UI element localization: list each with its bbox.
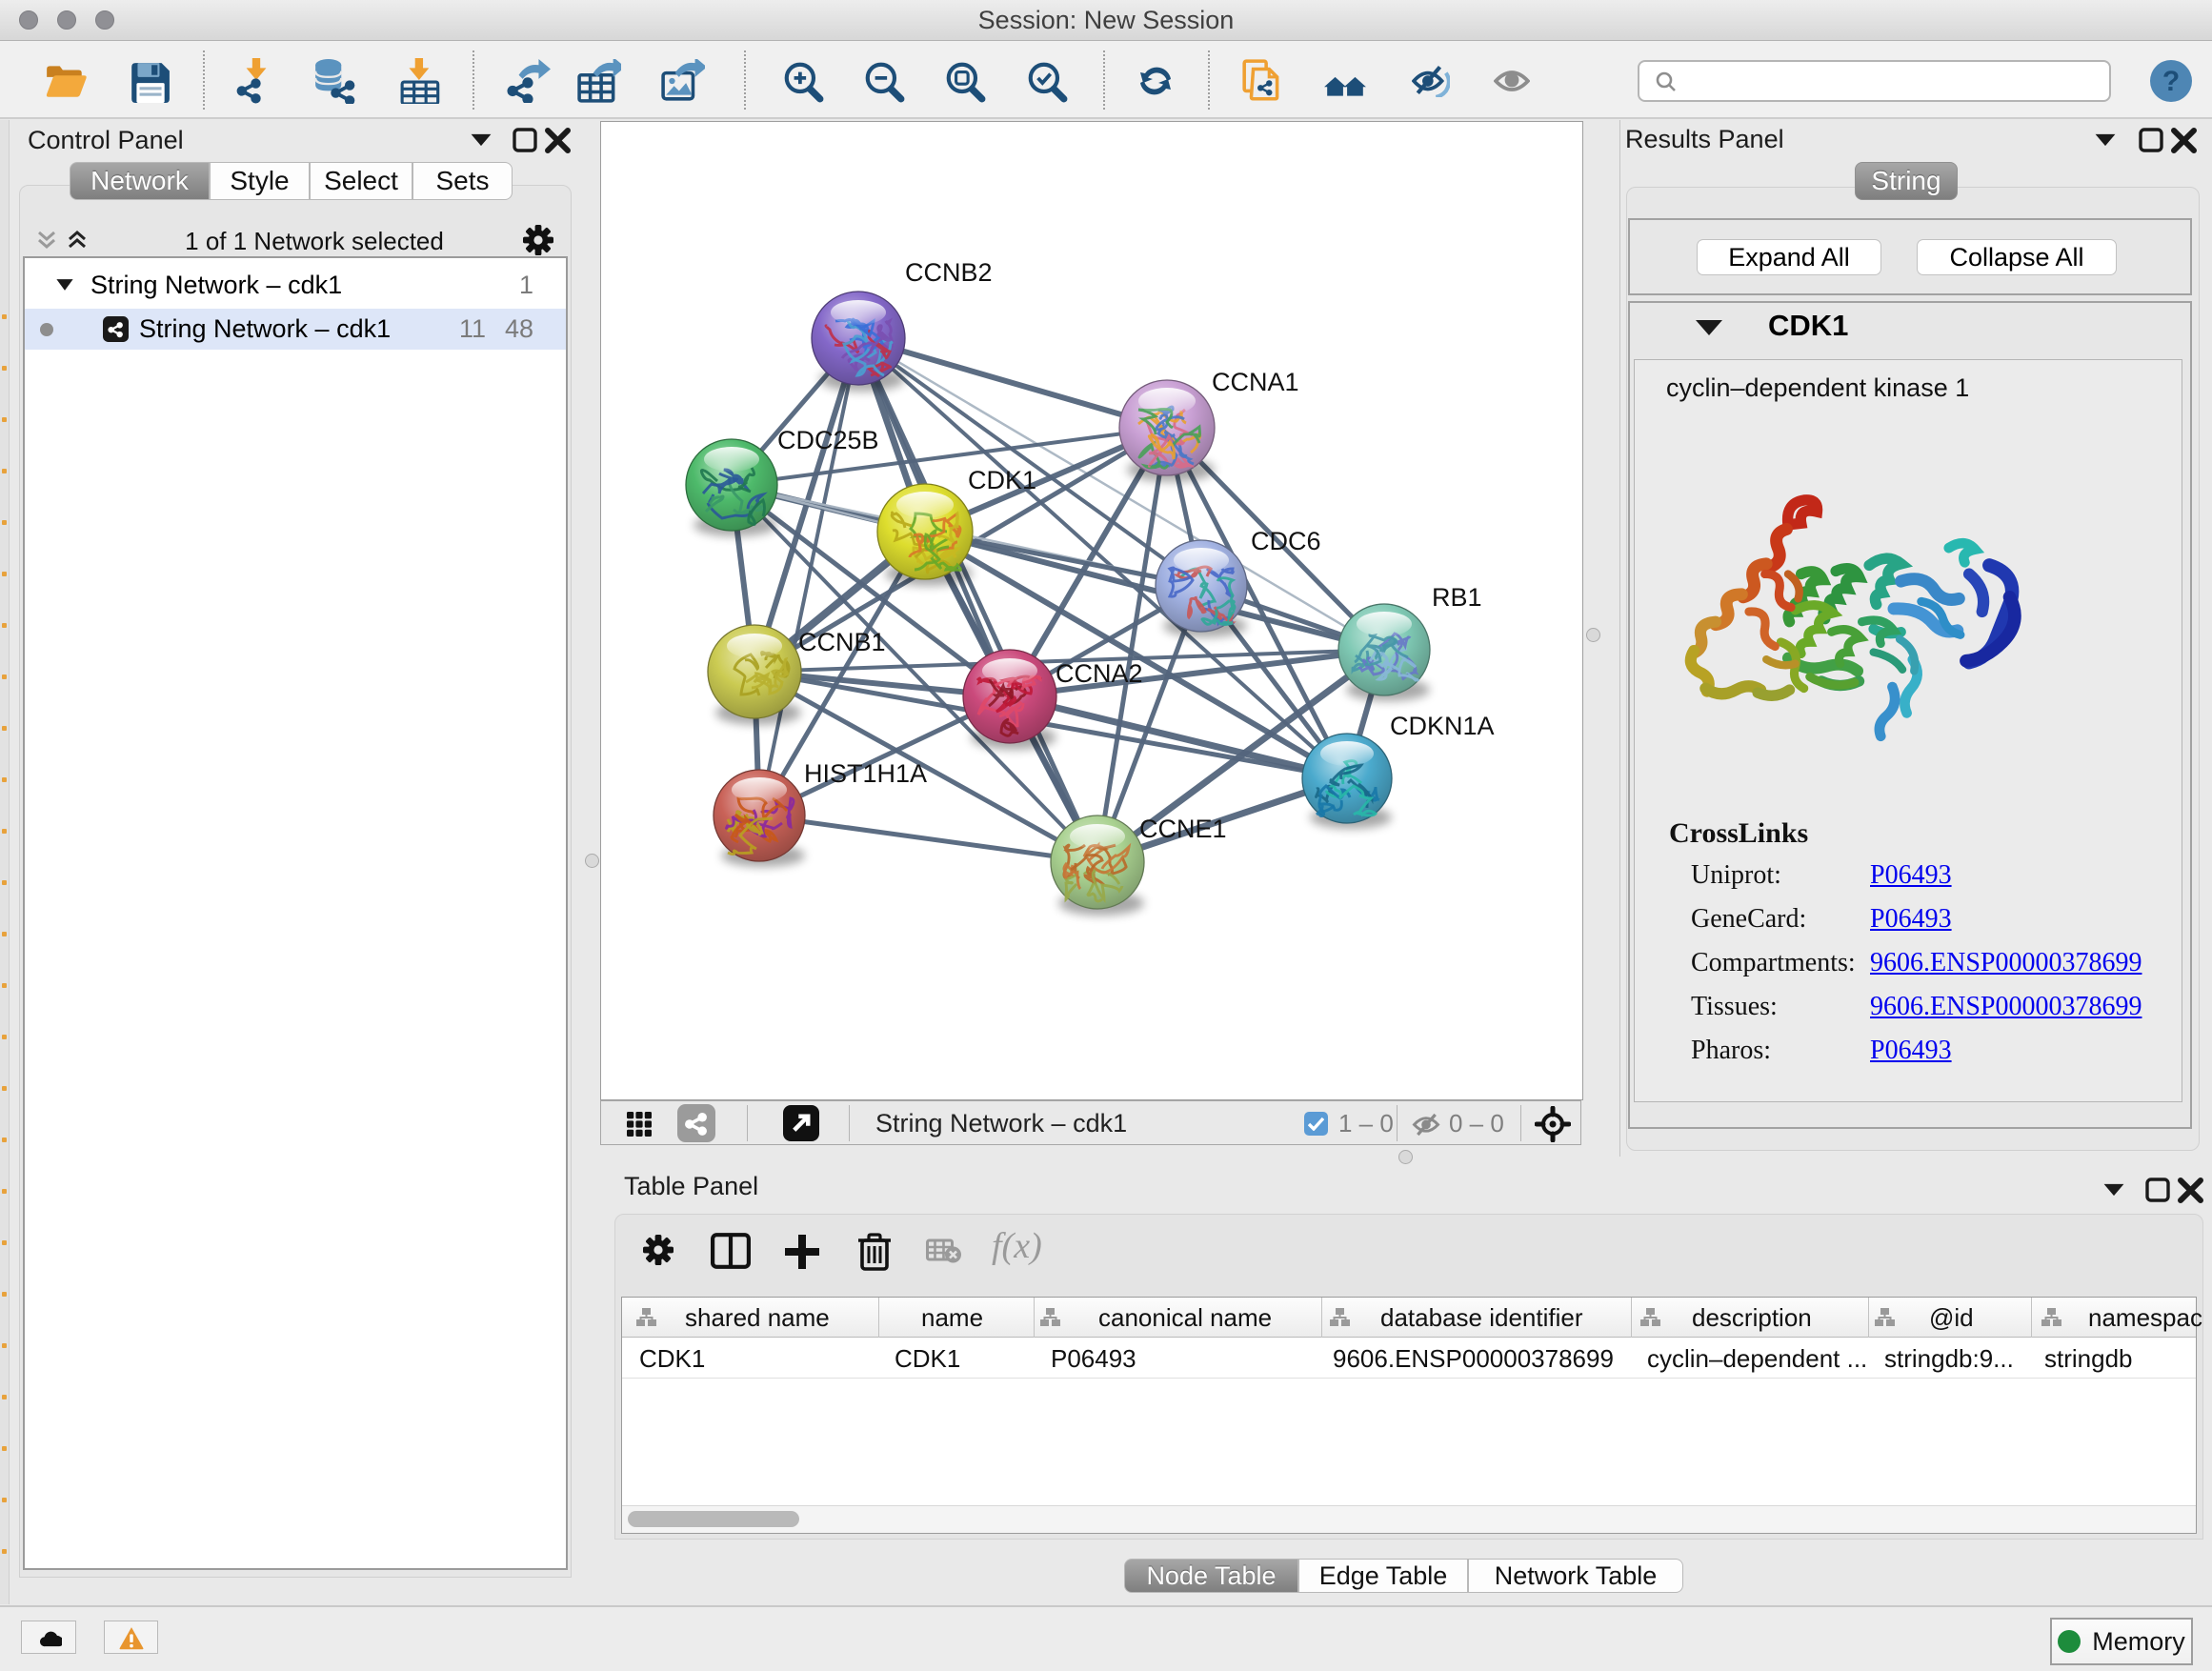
svg-text:CDKN1A: CDKN1A: [1390, 712, 1495, 740]
svg-text:CCNB1: CCNB1: [798, 628, 886, 656]
svg-text:CDC25B: CDC25B: [777, 426, 879, 454]
svg-text:RB1: RB1: [1432, 583, 1482, 612]
svg-text:?: ?: [2162, 66, 2180, 97]
svg-text:CCNA2: CCNA2: [1056, 659, 1143, 688]
svg-text:CCNE1: CCNE1: [1139, 815, 1227, 843]
svg-text:CCNB2: CCNB2: [905, 258, 993, 287]
svg-text:CDC6: CDC6: [1251, 527, 1321, 555]
svg-text:CDK1: CDK1: [968, 466, 1036, 494]
svg-text:HIST1H1A: HIST1H1A: [804, 759, 927, 788]
svg-text:CCNA1: CCNA1: [1212, 368, 1299, 396]
